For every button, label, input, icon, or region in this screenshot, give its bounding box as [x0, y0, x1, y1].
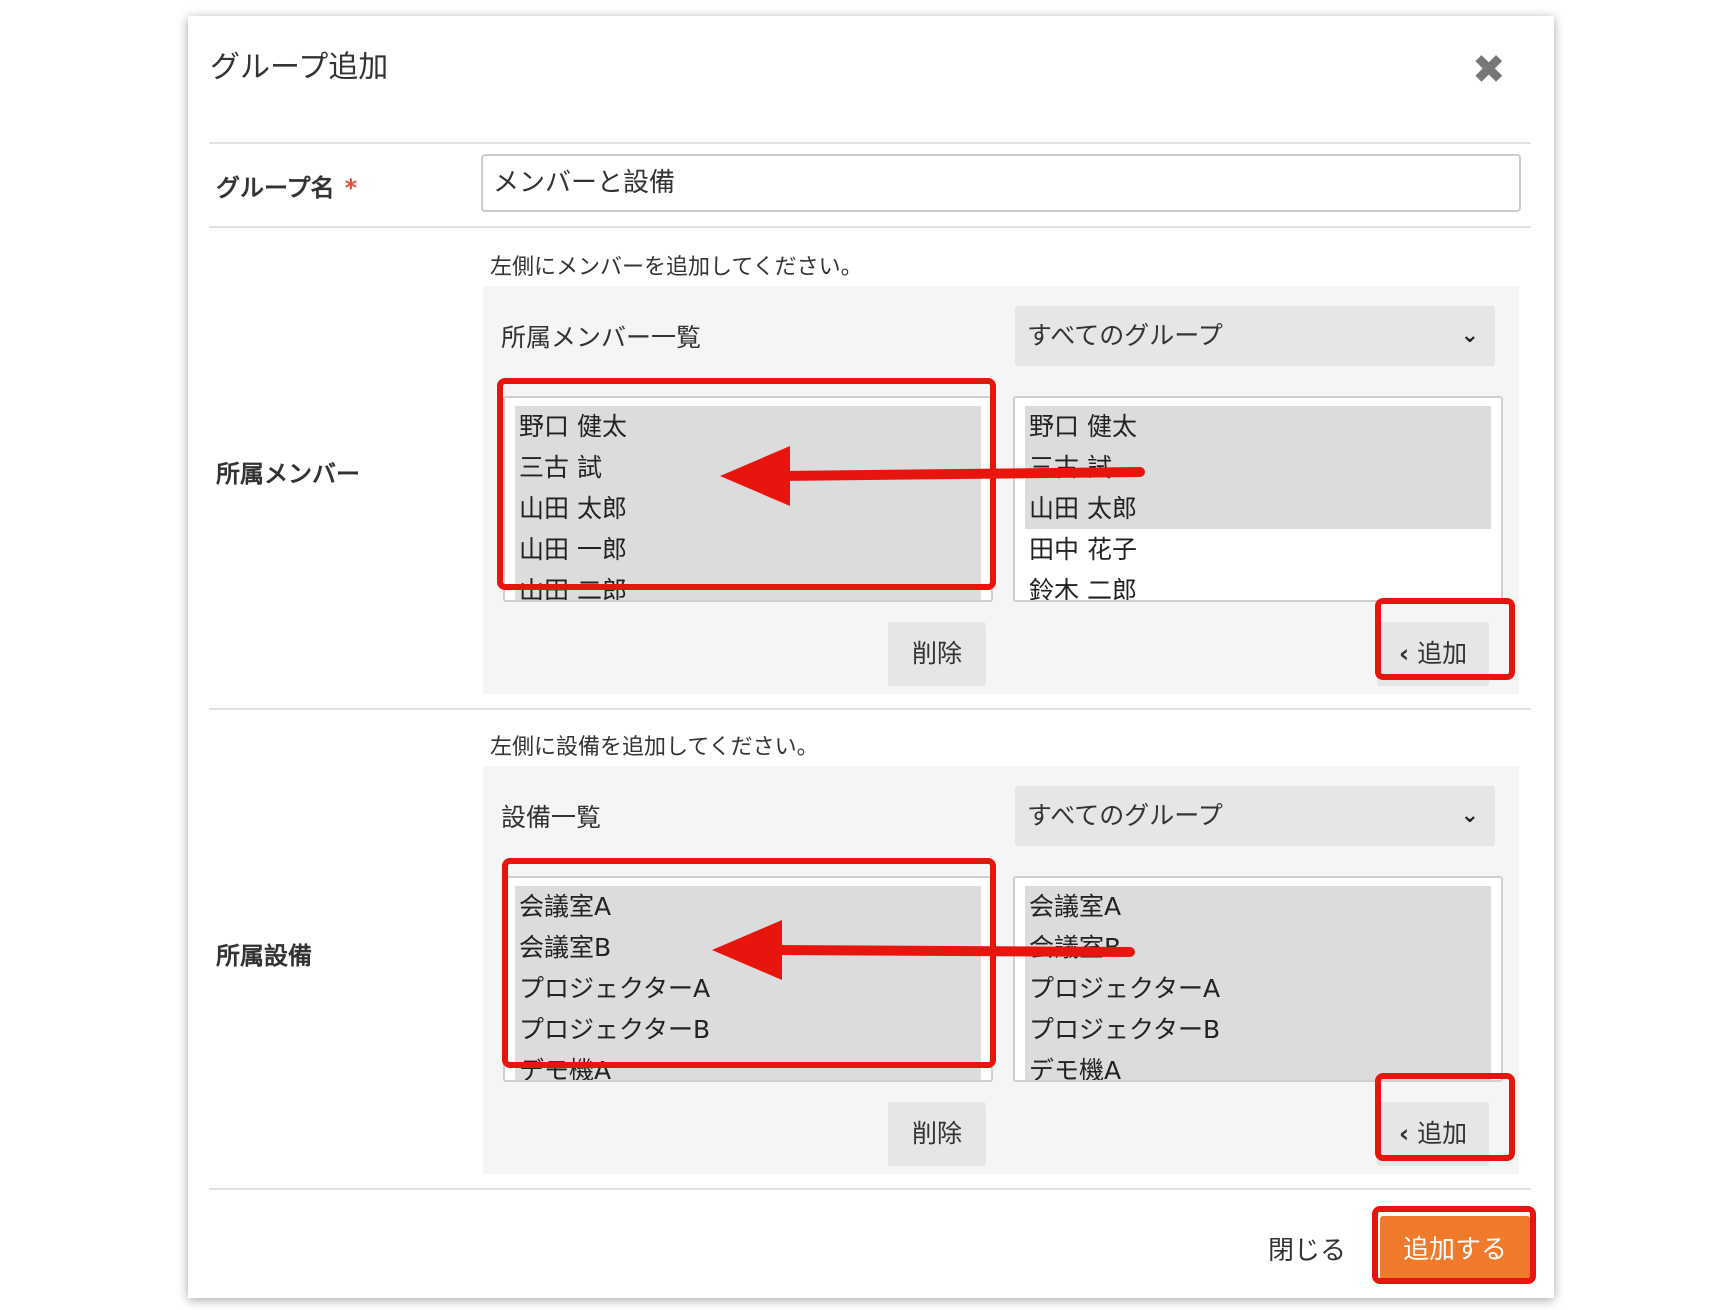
dialog-title: グループ追加 — [210, 50, 389, 85]
highlight-facilities-add — [1375, 1073, 1515, 1161]
facilities-available-listbox[interactable]: 会議室A 会議室B プロジェクターA プロジェクターB デモ機A — [1013, 876, 1503, 1082]
list-item[interactable]: 会議室A — [1025, 886, 1491, 927]
facilities-group-select[interactable]: すべてのグループ ⌄ — [1015, 786, 1495, 846]
list-item[interactable]: 会議室B — [1025, 927, 1491, 968]
list-item[interactable]: 三古 試 — [1025, 447, 1491, 488]
chevron-down-icon: ⌄ — [1460, 323, 1479, 348]
list-item[interactable]: プロジェクターB — [1025, 1009, 1491, 1050]
divider — [209, 142, 1531, 144]
group-name-label: グループ名 * — [216, 168, 357, 203]
group-add-dialog: グループ追加 ✖ グループ名 * メンバーと設備 所属メンバー 左側にメンバーを追… — [188, 16, 1554, 1298]
list-item[interactable]: プロジェクターA — [1025, 968, 1491, 1009]
facilities-delete-button[interactable]: 削除 — [888, 1102, 986, 1166]
highlight-facilities-selected — [502, 858, 996, 1068]
list-item[interactable]: 山田 太郎 — [1025, 488, 1491, 529]
divider — [209, 226, 1531, 228]
members-available-listbox[interactable]: 野口 健太 三古 試 山田 太郎 田中 花子 鈴木 二郎 — [1013, 396, 1503, 602]
facilities-list-title: 設備一覧 — [501, 803, 602, 832]
members-group-select[interactable]: すべてのグループ ⌄ — [1015, 306, 1495, 366]
highlight-submit — [1372, 1206, 1536, 1284]
divider — [209, 1188, 1531, 1190]
members-section-label: 所属メンバー — [216, 460, 360, 488]
members-hint: 左側にメンバーを追加してください。 — [490, 255, 863, 280]
chevron-down-icon: ⌄ — [1460, 803, 1479, 828]
facilities-section-label: 所属設備 — [216, 942, 312, 970]
divider — [209, 708, 1531, 710]
list-item[interactable]: 田中 花子 — [1025, 529, 1491, 570]
members-delete-button[interactable]: 削除 — [888, 622, 986, 686]
highlight-members-add — [1375, 598, 1515, 680]
required-mark: * — [344, 174, 358, 202]
group-name-input[interactable]: メンバーと設備 — [481, 154, 1521, 212]
facilities-group-select-value: すべてのグループ — [1027, 801, 1223, 830]
close-icon[interactable]: ✖ — [1472, 50, 1506, 90]
close-button[interactable]: 閉じる — [1268, 1230, 1346, 1267]
members-list-title: 所属メンバー一覧 — [501, 323, 702, 352]
list-item[interactable]: 野口 健太 — [1025, 406, 1491, 447]
group-name-label-text: グループ名 — [216, 174, 335, 202]
highlight-members-selected — [497, 378, 996, 590]
members-group-select-value: すべてのグループ — [1027, 321, 1223, 350]
facilities-hint: 左側に設備を追加してください。 — [490, 735, 819, 760]
